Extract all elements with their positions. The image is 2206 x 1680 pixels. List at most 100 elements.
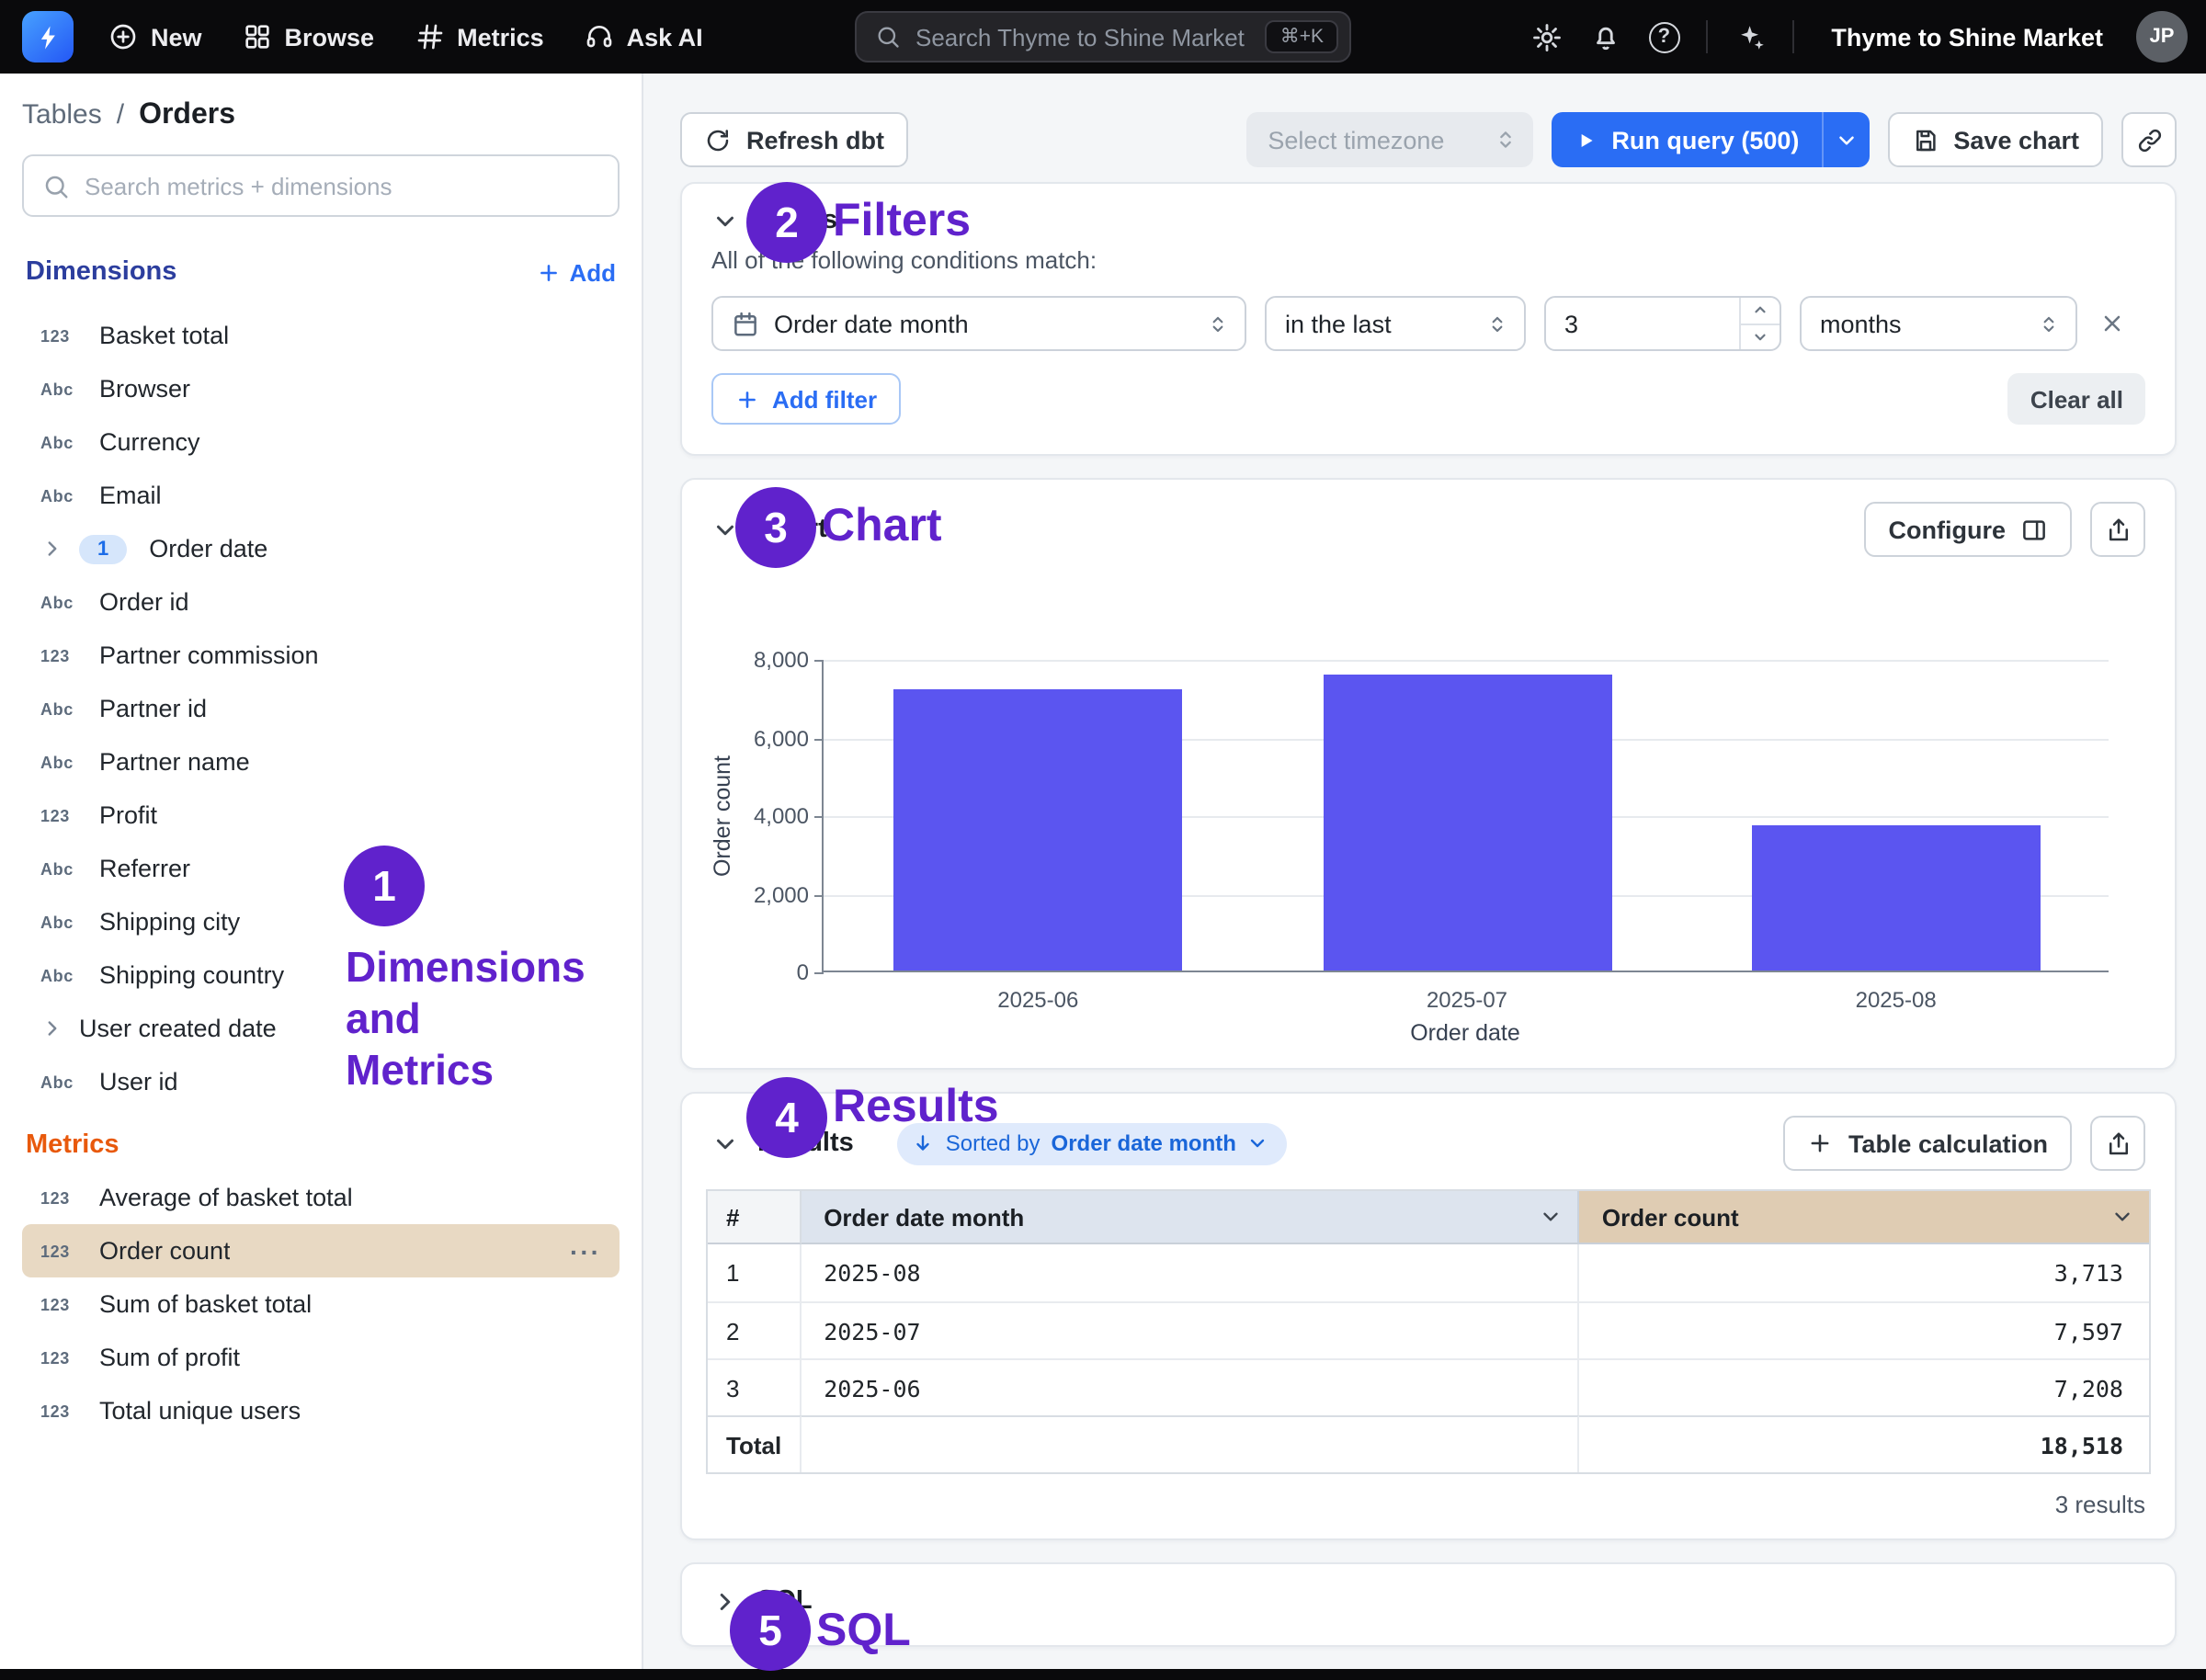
global-search[interactable]: ⌘+K: [855, 11, 1351, 62]
export-results-button[interactable]: [2090, 1116, 2145, 1171]
expand-chevron[interactable]: [40, 537, 64, 561]
sidebar-item-order-date[interactable]: 1 Order date: [22, 522, 620, 575]
sidebar-item-sum-of-basket-total[interactable]: 123 Sum of basket total: [22, 1277, 620, 1331]
share-export-icon: [2109, 1131, 2127, 1154]
sidebar-item-browser[interactable]: Abc Browser: [22, 362, 620, 415]
sidebar-item-basket-total[interactable]: 123 Basket total: [22, 309, 620, 362]
more-options-icon[interactable]: ···: [570, 1236, 601, 1266]
results-card: Results Sorted by Order date month Table…: [680, 1092, 2177, 1540]
sidebar-item-partner-commission[interactable]: 123 Partner commission: [22, 629, 620, 682]
sidebar-item-referrer[interactable]: Abc Referrer: [22, 842, 620, 895]
expand-sql-button[interactable]: [711, 1587, 739, 1615]
chevron-down-icon: [1755, 334, 1766, 340]
column-header-order-date-month[interactable]: Order date month: [802, 1191, 1580, 1244]
sidebar-item-shipping-country[interactable]: Abc Shipping country: [22, 948, 620, 1002]
timezone-select[interactable]: Select timezone: [1245, 112, 1533, 167]
cell-order-date-month[interactable]: 2025-08: [802, 1244, 1580, 1301]
global-search-input[interactable]: [915, 23, 1251, 51]
ai-sparkles-button[interactable]: [1723, 9, 1778, 64]
table-row[interactable]: 1 2025-08 3,713: [708, 1244, 2149, 1301]
chevron-down-icon[interactable]: [2110, 1205, 2134, 1229]
add-filter-button[interactable]: Add filter: [711, 373, 902, 425]
field-label: User id: [99, 1068, 178, 1095]
save-chart-button[interactable]: Save chart: [1887, 112, 2103, 167]
cell-order-date-month[interactable]: 2025-07: [802, 1301, 1580, 1358]
table-row[interactable]: 3 2025-06 7,208: [708, 1358, 2149, 1415]
column-header-order-count[interactable]: Order count: [1579, 1191, 2149, 1244]
sidebar-item-email[interactable]: Abc Email: [22, 469, 620, 522]
sidebar-item-sum-of-profit[interactable]: 123 Sum of profit: [22, 1331, 620, 1384]
collapse-filters-button[interactable]: [711, 207, 739, 234]
add-dimension-button[interactable]: Add: [536, 258, 616, 286]
collapse-results-button[interactable]: [711, 1129, 739, 1157]
filters-card-title: Filters: [757, 206, 838, 235]
bar-2025-08[interactable]: [1751, 825, 2041, 971]
share-link-button[interactable]: [2121, 112, 2177, 167]
table-row[interactable]: 2 2025-07 7,597: [708, 1301, 2149, 1358]
help-button[interactable]: ?: [1636, 9, 1691, 64]
cell-order-date-month[interactable]: 2025-06: [802, 1358, 1580, 1415]
expand-chevron[interactable]: [40, 1016, 64, 1040]
sidebar-item-order-count[interactable]: 123 Order count ···: [22, 1224, 620, 1277]
axis-tick: [814, 972, 824, 974]
metrics-button[interactable]: Metrics: [394, 0, 564, 74]
bar-2025-06[interactable]: [893, 688, 1183, 971]
clear-all-button[interactable]: Clear all: [2007, 373, 2145, 425]
grid-icon: [244, 25, 269, 49]
user-avatar[interactable]: JP: [2136, 11, 2188, 62]
sidebar-item-user-created-date[interactable]: User created date: [22, 1002, 620, 1055]
new-label: New: [151, 23, 202, 51]
sql-card: SQL: [680, 1562, 2177, 1647]
settings-button[interactable]: [1518, 9, 1574, 64]
sidebar-item-average-of-basket-total[interactable]: 123 Average of basket total: [22, 1171, 620, 1224]
cell-order-count[interactable]: 3,713: [1579, 1244, 2149, 1301]
refresh-dbt-button[interactable]: Refresh dbt: [680, 112, 909, 167]
workspace-name[interactable]: Thyme to Shine Market: [1809, 23, 2125, 51]
sidebar-item-partner-id[interactable]: Abc Partner id: [22, 682, 620, 735]
chevron-down-icon: [717, 524, 733, 535]
sidebar-item-partner-name[interactable]: Abc Partner name: [22, 735, 620, 789]
number-steppers: [1739, 298, 1780, 349]
sidebar-item-shipping-city[interactable]: Abc Shipping city: [22, 895, 620, 948]
cell-order-count[interactable]: 7,597: [1579, 1301, 2149, 1358]
cell-order-count[interactable]: 7,208: [1579, 1358, 2149, 1415]
sidebar-item-currency[interactable]: Abc Currency: [22, 415, 620, 469]
filter-operator-select[interactable]: in the last: [1265, 296, 1526, 351]
breadcrumb-tables-link[interactable]: Tables: [22, 99, 102, 131]
text-field-icon: Abc: [40, 966, 74, 984]
total-label: Total: [708, 1415, 802, 1472]
y-tick-label: 6,000: [753, 725, 809, 751]
remove-filter-button[interactable]: [2099, 311, 2125, 336]
ask-ai-button[interactable]: Ask AI: [564, 0, 723, 74]
calendar-icon: [734, 311, 756, 335]
notifications-button[interactable]: [1577, 9, 1632, 64]
chevron-down-icon[interactable]: [1540, 1205, 1564, 1229]
field-label: Total unique users: [99, 1397, 301, 1425]
sidebar-item-profit[interactable]: 123 Profit: [22, 789, 620, 842]
chevron-down-icon: [717, 215, 733, 226]
filter-field-select[interactable]: Order date month: [711, 296, 1246, 351]
stepper-down-button[interactable]: [1741, 324, 1780, 349]
metrics-list: 123 Average of basket total 123 Order count…: [22, 1171, 620, 1437]
sorted-by-pill[interactable]: Sorted by Order date month: [897, 1122, 1288, 1164]
run-query-button[interactable]: Run query (500): [1551, 112, 1822, 167]
sidebar-item-user-id[interactable]: Abc User id: [22, 1055, 620, 1108]
configure-button[interactable]: Configure: [1864, 502, 2072, 557]
collapse-chart-button[interactable]: [711, 516, 739, 543]
bar-2025-07[interactable]: [1323, 674, 1611, 971]
fields-search[interactable]: [22, 154, 620, 217]
dimensions-header: Dimensions Add: [26, 257, 616, 287]
browse-button[interactable]: Browse: [222, 0, 395, 74]
table-calculation-button[interactable]: Table calculation: [1783, 1116, 2072, 1171]
filter-unit-select[interactable]: months: [1800, 296, 2077, 351]
fields-search-input[interactable]: [85, 172, 599, 199]
run-query-dropdown[interactable]: [1821, 112, 1870, 167]
sidebar-item-order-id[interactable]: Abc Order id: [22, 575, 620, 629]
lightdash-logo[interactable]: [22, 11, 74, 62]
filter-value-input[interactable]: 3: [1544, 296, 1781, 351]
stepper-up-button[interactable]: [1741, 298, 1780, 324]
new-button[interactable]: New: [88, 0, 222, 74]
export-chart-button[interactable]: [2090, 502, 2145, 557]
sidebar-item-total-unique-users[interactable]: 123 Total unique users: [22, 1384, 620, 1437]
link-icon: [2137, 128, 2161, 152]
